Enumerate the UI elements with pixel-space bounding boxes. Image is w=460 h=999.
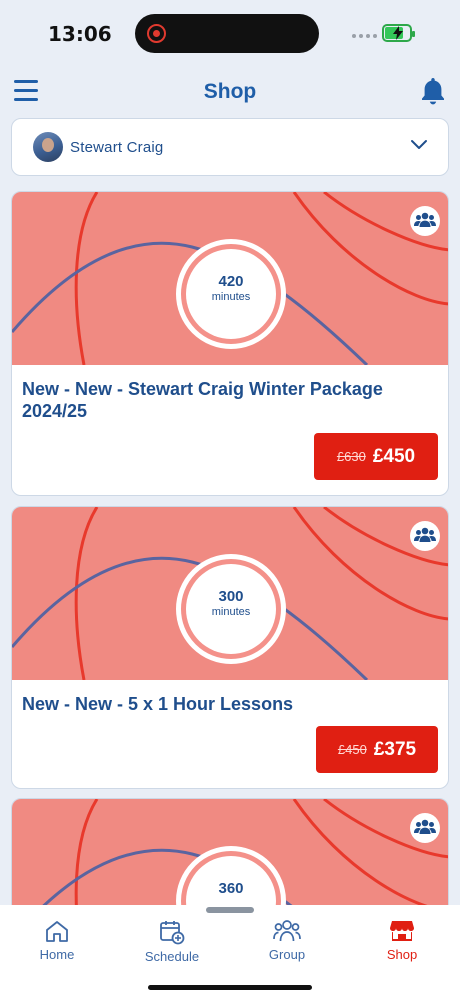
chevron-down-icon (411, 140, 427, 149)
app-header: Shop (0, 72, 460, 112)
status-bar: 13:06 (0, 0, 460, 66)
home-indicator[interactable] (148, 985, 312, 990)
status-time: 13:06 (48, 22, 112, 46)
buy-price-button[interactable]: £630 £450 (314, 433, 438, 480)
minutes-value: 300 (218, 588, 244, 605)
sale-price: £375 (373, 738, 417, 760)
shop-icon (390, 921, 414, 941)
dynamic-island (135, 14, 319, 53)
tab-home[interactable]: Home (12, 919, 102, 962)
tab-label: Shop (386, 947, 418, 962)
user-selector-dropdown[interactable]: Stewart Craig (11, 118, 449, 176)
calendar-plus-icon (160, 921, 185, 945)
package-card[interactable]: 300 minutes New - New - 5 x 1 Hour Lesso… (11, 506, 449, 789)
buy-price-button[interactable]: £450 £375 (316, 726, 438, 773)
group-icon (273, 920, 301, 942)
tab-shop[interactable]: Shop (357, 919, 447, 962)
package-banner: 300 minutes (12, 507, 448, 680)
group-icon (410, 206, 440, 236)
package-title: New - New - 5 x 1 Hour Lessons (22, 694, 294, 714)
sale-price: £450 (372, 445, 416, 467)
minutes-value: 360 (218, 880, 244, 897)
minutes-label: minutes (211, 291, 251, 303)
tab-schedule[interactable]: Schedule (127, 919, 217, 964)
original-price: £630 (336, 449, 366, 464)
package-card[interactable]: 420 minutes New - New - Stewart Craig Wi… (11, 191, 449, 496)
group-icon (410, 813, 440, 843)
original-price: £450 (337, 742, 367, 757)
minutes-circle: 420 minutes (176, 239, 286, 349)
signal-icon (352, 34, 377, 38)
minutes-circle: 300 minutes (176, 554, 286, 664)
sheet-grabber[interactable] (206, 907, 254, 913)
tab-label: Group (268, 947, 306, 962)
battery-charging-icon (382, 24, 415, 42)
tab-label: Home (39, 947, 75, 962)
package-banner: 420 minutes (12, 192, 448, 365)
minutes-value: 420 (218, 273, 244, 290)
package-title: New - New - Stewart Craig Winter Package… (22, 379, 383, 421)
recording-icon (147, 24, 166, 43)
page-title: Shop (203, 80, 257, 103)
notifications-bell-icon[interactable] (420, 76, 446, 106)
tab-group[interactable]: Group (242, 919, 332, 962)
group-icon (410, 521, 440, 551)
tab-label: Schedule (144, 949, 200, 964)
minutes-label: minutes (211, 606, 251, 618)
avatar (33, 132, 63, 162)
home-icon (46, 921, 68, 942)
selected-user-name: Stewart Craig (70, 139, 164, 156)
